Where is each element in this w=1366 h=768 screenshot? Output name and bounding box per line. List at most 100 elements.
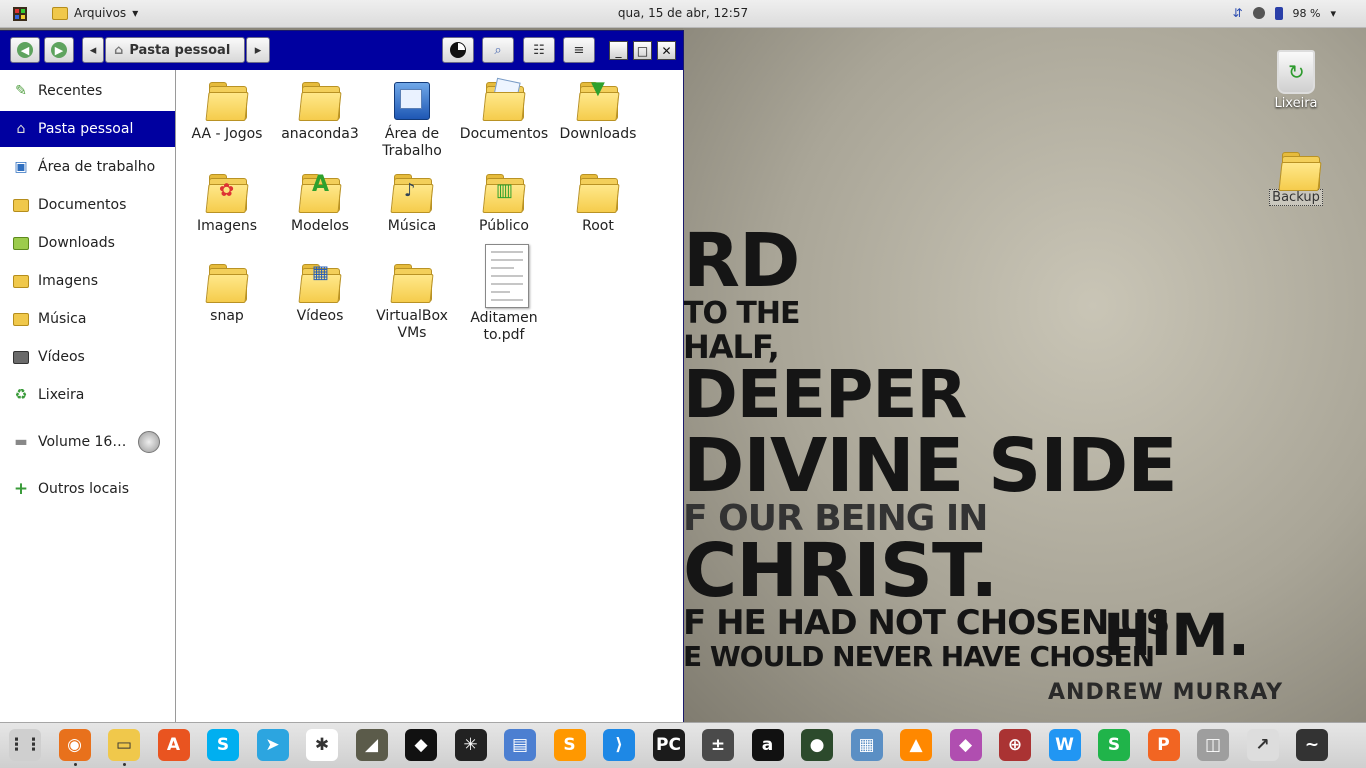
back-button[interactable]: ◀ [10,37,40,63]
sidebar-item-documentos[interactable]: Documentos [0,187,175,223]
dock-item-gimp[interactable]: ◢ [355,729,388,761]
eject-button[interactable] [138,431,160,453]
dock-item-skype[interactable]: S [207,729,239,761]
sidebar: ✎ Recentes ⌂ Pasta pessoal ▣ Área de tra… [0,70,176,722]
dock-item-ubuntu-software[interactable]: A [157,729,190,761]
dock-item-vlc[interactable]: ▲ [900,729,932,761]
minimize-button[interactable]: _ [609,41,628,60]
dock-item-sublime-text[interactable]: S [553,729,586,761]
search-button[interactable]: ⌕ [482,37,514,63]
sidebar-item-area-de-trabalho[interactable]: ▣ Área de trabalho [0,149,175,185]
file-item-videos[interactable]: ▦ Vídeos [274,262,366,325]
file-item-anaconda3[interactable]: anaconda3 [274,80,366,143]
chevron-down-icon[interactable]: ▾ [1330,7,1336,20]
list-view-icon: ☷ [533,42,545,58]
file-item-aa-jogos[interactable]: AA - Jogos [181,80,273,143]
file-item-snap[interactable]: snap [181,262,273,325]
dock-item-monitor[interactable]: ↗ [1246,729,1279,761]
sidebar-item-label: Imagens [38,273,99,289]
sidebar-item-videos[interactable]: Vídeos [0,339,175,375]
sidebar-item-recentes[interactable]: ✎ Recentes [0,73,175,109]
dock-item-anki[interactable]: a [751,729,784,761]
view-toggle-button[interactable]: ☷ [523,37,555,63]
file-item-imagens[interactable]: ✿ Imagens [181,172,273,235]
menu-button[interactable]: ≡ [563,37,595,63]
sidebar-item-label: Vídeos [38,349,85,365]
file-item-publico[interactable]: ▥ Público [458,172,550,235]
maximize-button[interactable]: □ [633,41,652,60]
volume-icon[interactable] [1252,7,1265,19]
sidebar-item-label: Pasta pessoal [38,121,134,137]
wallpaper-text-line: E WOULD NEVER HAVE CHOSEN [683,640,1155,673]
dock-item-wps-presentation[interactable]: P [1147,729,1180,761]
dock-item-navegador[interactable]: ● [801,729,833,761]
sidebar-item-musica[interactable]: Música [0,301,175,337]
activities-icon[interactable] [10,5,30,23]
dock-item-telegram[interactable]: ➤ [256,729,289,761]
file-item-area-de-trabalho[interactable]: Área de Trabalho [366,80,458,160]
dock-item-pycharm[interactable]: PC [652,729,685,761]
file-item-label: anaconda3 [281,126,359,142]
path-scroll-right-button[interactable]: ▸ [246,37,270,63]
file-item-aditamento-pdf[interactable]: Aditamento.pdf [458,244,550,344]
desktop-icon-backup[interactable]: Backup [1261,150,1331,206]
dock-item-bug[interactable]: ✳ [454,729,487,761]
battery-icon[interactable] [1274,6,1283,20]
documents-icon [13,197,29,213]
arrow-left-icon: ◀ [17,42,33,58]
sidebar-item-pasta-pessoal[interactable]: ⌂ Pasta pessoal [0,111,175,147]
wallpaper-author: ANDREW MURRAY [1048,680,1284,705]
dock-item-wps-spreadsheets[interactable]: S [1098,729,1130,761]
dock-item-inkscape[interactable]: ◆ [405,729,437,761]
dock-item-imagens[interactable]: ▦ [850,729,883,761]
sidebar-item-outros-locais[interactable]: + Outros locais [0,471,175,507]
file-item-virtualbox-vms[interactable]: VirtualBox VMs [366,262,458,342]
dock-item-arquivos[interactable]: ▭ [108,729,140,761]
operations-button[interactable] [442,37,474,63]
music-folder-icon: ♪ [390,172,434,216]
sidebar-item-imagens[interactable]: Imagens [0,263,175,299]
dock-item-pacotes[interactable]: ◆ [949,729,982,761]
dock-item-mostrar-aplicativos[interactable]: ⋮⋮ [8,729,42,761]
file-item-label: Música [387,218,437,234]
dock-item-slack[interactable]: ✱ [306,729,338,761]
file-item-label: Público [479,218,529,234]
dock-item-pesquisa[interactable]: ⊕ [999,729,1031,761]
wallpaper-text-line: CHRIST. [683,528,998,614]
sidebar-item-volume[interactable]: ▬ Volume 16… [0,424,175,460]
file-item-downloads[interactable]: ▼ Downloads [552,80,644,143]
network-icon[interactable]: ⇵ [1232,6,1242,20]
trash-icon: ♻ [14,387,28,403]
clock-label[interactable]: qua, 15 de abr, 12:57 [618,6,748,20]
public-folder-icon: ▥ [482,172,526,216]
close-button[interactable]: ✕ [657,41,676,60]
file-item-modelos[interactable]: A Modelos [274,172,366,235]
desktop-icon-trash[interactable]: Lixeira [1261,50,1331,111]
file-view: AA - Jogos anaconda3 Área de Trabalho Do… [176,70,683,722]
system-tray[interactable]: ⇵ 98 % ▾ [1232,6,1336,20]
plus-icon: + [13,479,29,499]
dock-item-firefox[interactable]: ◉ [58,729,91,761]
sidebar-item-label: Documentos [38,197,127,213]
file-item-root[interactable]: Root [552,172,644,235]
file-item-label: Downloads [559,126,637,142]
app-menu[interactable]: Arquivos ▾ [52,6,138,20]
dock-item-wps-writer[interactable]: W [1048,729,1081,761]
sidebar-item-downloads[interactable]: Downloads [0,225,175,261]
dock-item-monitor-do-sistema[interactable]: ~ [1296,729,1328,761]
dock-item-calculadora[interactable]: ± [702,729,734,761]
wallpaper-text-line: DIVINE SIDE [683,423,1178,509]
file-item-documentos[interactable]: Documentos [458,77,550,143]
path-scroll-left-button[interactable]: ◂ [82,37,104,63]
sidebar-item-lixeira[interactable]: ♻ Lixeira [0,377,175,413]
dock-item-gravador[interactable]: ◫ [1197,729,1229,761]
close-icon: ✕ [661,43,672,58]
path-button-label: Pasta pessoal [129,42,231,58]
wallpaper-text-line: F HE HAD NOT CHOSEN US [683,603,1170,643]
dock-item-vs-code[interactable]: ⟩ [603,729,635,761]
folder-icon [576,172,620,216]
forward-button[interactable]: ▶ [44,37,74,63]
dock-item-editor[interactable]: ▤ [504,729,536,761]
path-button-home[interactable]: ⌂ Pasta pessoal [105,37,245,63]
file-item-musica[interactable]: ♪ Música [366,172,458,235]
